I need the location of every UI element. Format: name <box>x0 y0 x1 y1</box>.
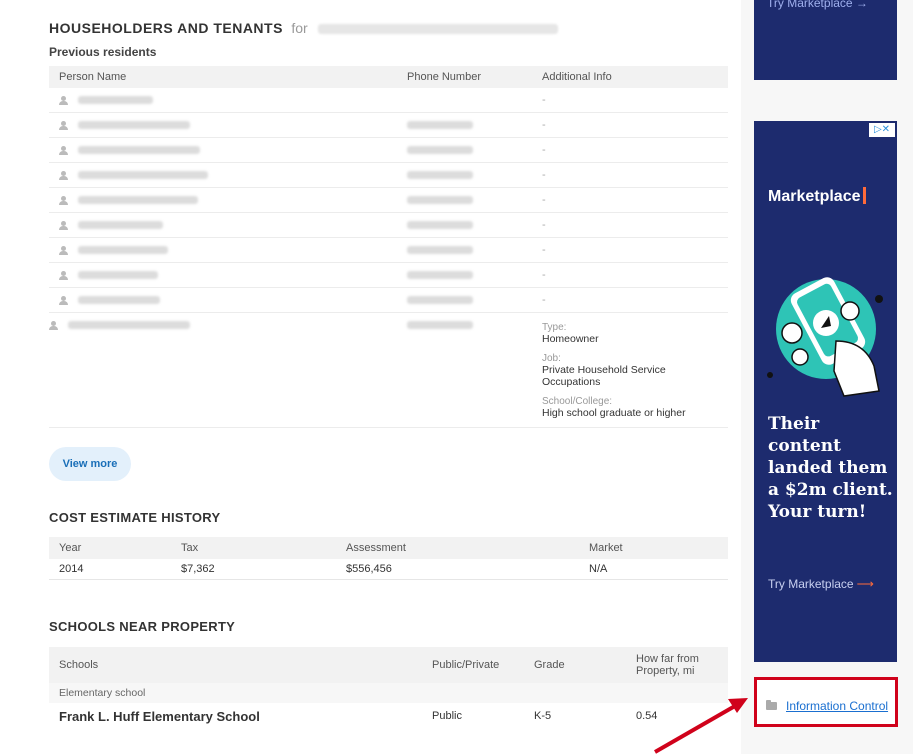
info-value: - <box>542 287 728 313</box>
redacted-phone <box>407 246 473 255</box>
schools-title: SCHOOLS NEAR PROPERTY <box>49 619 236 634</box>
person-icon <box>59 170 68 180</box>
table-row: - <box>49 287 728 313</box>
redacted-phone <box>407 121 473 130</box>
redacted-phone <box>407 296 473 305</box>
info-value: - <box>542 212 728 238</box>
redacted-phone <box>407 171 473 180</box>
redacted-phone <box>407 196 473 205</box>
ad-banner-top[interactable]: Try Marketplace → <box>754 0 897 80</box>
cost-history-table: Year Tax Assessment Market 2014 $7,362 $… <box>49 537 728 580</box>
ad-headline: Their content landed them a $2m client. … <box>768 414 893 522</box>
table-row: Frank L. Huff Elementary School Public K… <box>49 703 728 729</box>
redacted-phone <box>407 146 473 155</box>
redacted-name[interactable] <box>78 271 158 280</box>
previous-residents-label: Previous residents <box>49 45 157 59</box>
redacted-name[interactable] <box>78 296 160 305</box>
table-row: - <box>49 88 728 113</box>
person-icon <box>59 220 68 230</box>
col-public-private: Public/Private <box>422 647 524 683</box>
redacted-name[interactable] <box>78 121 190 130</box>
householders-title: HOUSEHOLDERS AND TENANTS for <box>49 20 559 36</box>
person-icon <box>49 320 58 330</box>
col-additional-info: Additional Info <box>542 66 728 88</box>
for-text: for <box>291 20 308 36</box>
school-value: High school graduate or higher <box>542 407 686 419</box>
info-value: - <box>542 137 728 163</box>
col-phone-number: Phone Number <box>407 66 542 88</box>
col-year: Year <box>49 537 171 559</box>
redacted-name[interactable] <box>78 171 208 180</box>
ad-choices-icon[interactable]: ▷✕ <box>869 123 895 137</box>
table-row: - <box>49 262 728 288</box>
table-row: - <box>49 112 728 138</box>
col-assessment: Assessment <box>336 537 579 559</box>
school-name-link[interactable]: Frank L. Huff Elementary School <box>49 703 422 729</box>
table-row: - <box>49 162 728 188</box>
redacted-phone <box>407 321 473 330</box>
person-icon <box>59 245 68 255</box>
table-row: 2014 $7,362 $556,456 N/A <box>49 559 728 580</box>
info-value: - <box>542 237 728 263</box>
redacted-name[interactable] <box>78 246 168 255</box>
redacted-name[interactable] <box>78 96 153 105</box>
col-tax: Tax <box>171 537 336 559</box>
main-content: HOUSEHOLDERS AND TENANTS for Previous re… <box>0 0 740 754</box>
cursor-bar-icon <box>862 187 866 204</box>
cost-history-title: COST ESTIMATE HISTORY <box>49 510 221 525</box>
table-row: - <box>49 137 728 163</box>
redacted-name[interactable] <box>78 221 163 230</box>
table-row: Type: Homeowner Job: Private Household S… <box>49 312 728 428</box>
ad-brand: Marketplace <box>768 187 866 206</box>
info-value: - <box>542 112 728 138</box>
folder-icon <box>766 700 777 710</box>
redacted-phone <box>407 221 473 230</box>
info-value: - <box>542 262 728 288</box>
info-value: - <box>542 162 728 188</box>
col-market: Market <box>579 537 728 559</box>
person-icon <box>59 145 68 155</box>
schools-table: Schools Public/Private Grade How far fro… <box>49 647 728 729</box>
additional-info-details: Type: Homeowner Job: Private Household S… <box>542 312 728 428</box>
school-group-label: Elementary school <box>49 683 728 703</box>
person-icon <box>59 195 68 205</box>
col-schools: Schools <box>49 647 422 683</box>
info-value: - <box>542 88 728 113</box>
person-icon <box>59 95 68 105</box>
redacted-name[interactable] <box>68 321 190 330</box>
information-control-highlight: Information Control <box>754 677 898 727</box>
ad-top-cta[interactable]: Try Marketplace → <box>767 0 868 10</box>
info-value: - <box>542 187 728 213</box>
col-person-name: Person Name <box>49 66 407 88</box>
table-row: - <box>49 237 728 263</box>
residents-table: Person Name Phone Number Additional Info… <box>49 66 728 428</box>
table-row: - <box>49 212 728 238</box>
col-distance: How far from Property, mi <box>626 647 728 683</box>
redacted-name[interactable] <box>78 196 198 205</box>
job-value: Private Household Service Occupations <box>542 364 666 388</box>
information-control-link[interactable]: Information Control <box>786 699 888 713</box>
person-icon <box>59 120 68 130</box>
redacted-address <box>318 24 559 35</box>
redacted-name[interactable] <box>78 146 200 155</box>
type-value: Homeowner <box>542 333 599 345</box>
school-group-row: Elementary school <box>49 683 728 703</box>
redacted-phone <box>407 271 473 280</box>
ad-cta-link[interactable]: Try Marketplace ⟶ <box>768 577 874 591</box>
arrow-right-icon: ⟶ <box>856 577 874 591</box>
ad-banner[interactable]: ▷✕ Marketplace Their content landed them… <box>754 121 897 662</box>
table-row: - <box>49 187 728 213</box>
phone-coins-illustration <box>767 277 883 397</box>
person-icon <box>59 295 68 305</box>
person-icon <box>59 270 68 280</box>
col-grade: Grade <box>524 647 626 683</box>
view-more-button[interactable]: View more <box>49 447 131 481</box>
